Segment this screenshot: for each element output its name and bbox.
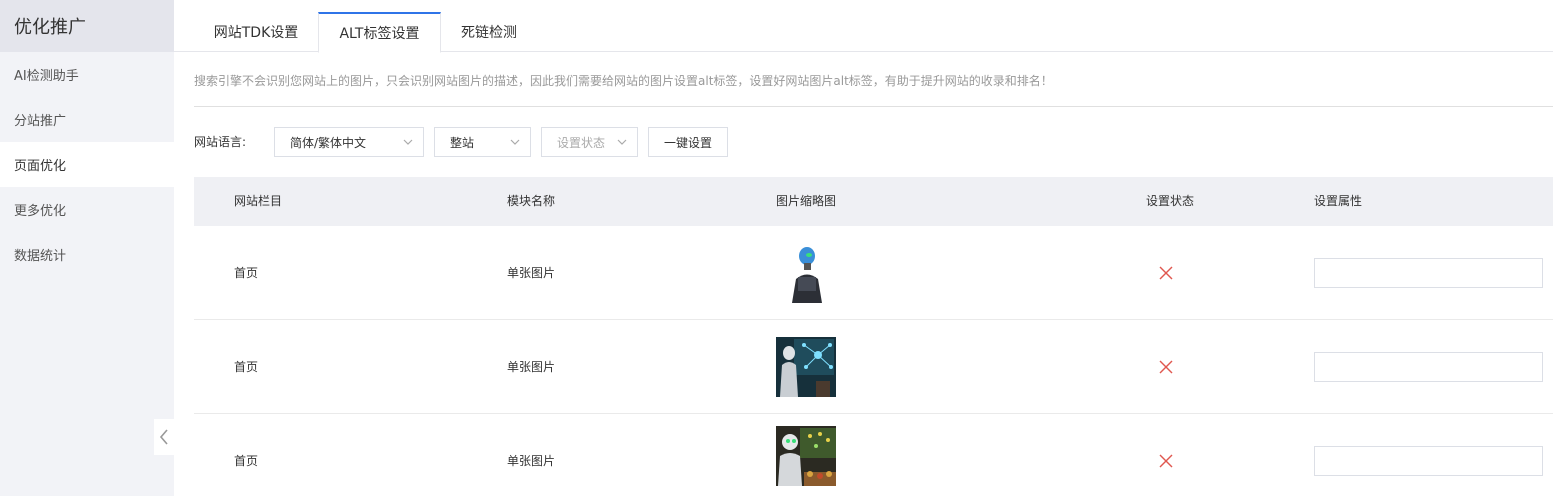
row-module: 单张图片 xyxy=(507,360,556,374)
robot-silhouette-image xyxy=(776,243,836,303)
sidebar-title: 优化推广 xyxy=(0,0,174,52)
tab-tdk-settings[interactable]: 网站TDK设置 xyxy=(194,12,318,52)
tab-dead-link-check[interactable]: 死链检测 xyxy=(441,12,537,52)
main-content: 网站TDK设置 ALT标签设置 死链检测 搜索引擎不会识别您网站上的图片，只会识… xyxy=(174,0,1553,496)
alt-table: 网站栏目 模块名称 图片缩略图 设置状态 设置属性 首页 单张图片 首页 单张图… xyxy=(194,177,1553,496)
close-icon xyxy=(1159,454,1173,468)
robot-market-image xyxy=(776,426,836,486)
scope-select-value: 整站 xyxy=(450,135,475,150)
row-column: 首页 xyxy=(234,360,259,374)
language-select-value: 简体/繁体中文 xyxy=(290,135,367,150)
alt-attribute-input[interactable] xyxy=(1314,352,1543,382)
table-row: 首页 单张图片 xyxy=(194,414,1553,496)
language-select[interactable]: 简体/繁体中文 xyxy=(274,127,424,157)
filter-bar: 网站语言: 简体/繁体中文 整站 设置状态 一键设置 xyxy=(194,127,1553,157)
close-icon xyxy=(1159,360,1173,374)
language-label: 网站语言: xyxy=(194,135,247,149)
sidebar-item-substation[interactable]: 分站推广 xyxy=(0,97,174,142)
tab-alt-settings[interactable]: ALT标签设置 xyxy=(318,12,441,53)
header-status: 设置状态 xyxy=(1146,194,1195,208)
chevron-left-icon xyxy=(159,429,168,445)
header-module: 模块名称 xyxy=(507,194,556,208)
table-row: 首页 单张图片 xyxy=(194,320,1553,414)
divider xyxy=(194,106,1553,107)
alt-attribute-input[interactable] xyxy=(1314,446,1543,476)
sidebar-item-ai-detect[interactable]: AI检测助手 xyxy=(0,52,174,97)
table-row: 首页 单张图片 xyxy=(194,226,1553,320)
sidebar-item-more-optimize[interactable]: 更多优化 xyxy=(0,187,174,232)
table-header: 网站栏目 模块名称 图片缩略图 设置状态 设置属性 xyxy=(194,177,1553,226)
sidebar-collapse-button[interactable] xyxy=(154,419,174,455)
alt-attribute-input[interactable] xyxy=(1314,258,1543,288)
scope-select[interactable]: 整站 xyxy=(434,127,531,157)
sidebar: 优化推广 AI检测助手 分站推广 页面优化 更多优化 数据统计 xyxy=(0,0,174,496)
sidebar-item-statistics[interactable]: 数据统计 xyxy=(0,232,174,277)
chevron-down-icon xyxy=(403,139,413,145)
chevron-down-icon xyxy=(617,139,627,145)
sidebar-item-page-optimize[interactable]: 页面优化 xyxy=(0,142,174,187)
one-click-set-button[interactable]: 一键设置 xyxy=(648,127,728,157)
row-module: 单张图片 xyxy=(507,454,556,468)
row-module: 单张图片 xyxy=(507,266,556,280)
robot-network-image xyxy=(776,337,836,397)
close-icon xyxy=(1159,266,1173,280)
tab-bar: 网站TDK设置 ALT标签设置 死链检测 xyxy=(174,0,1553,53)
status-select-placeholder: 设置状态 xyxy=(557,135,606,150)
header-column: 网站栏目 xyxy=(234,194,283,208)
header-thumbnail: 图片缩略图 xyxy=(776,194,837,208)
alt-notice-text: 搜索引擎不会识别您网站上的图片，只会识别网站图片的描述，因此我们需要给网站的图片… xyxy=(194,74,1053,88)
status-select[interactable]: 设置状态 xyxy=(541,127,638,157)
header-attribute: 设置属性 xyxy=(1314,194,1363,208)
chevron-down-icon xyxy=(510,139,520,145)
row-column: 首页 xyxy=(234,266,259,280)
row-column: 首页 xyxy=(234,454,259,468)
